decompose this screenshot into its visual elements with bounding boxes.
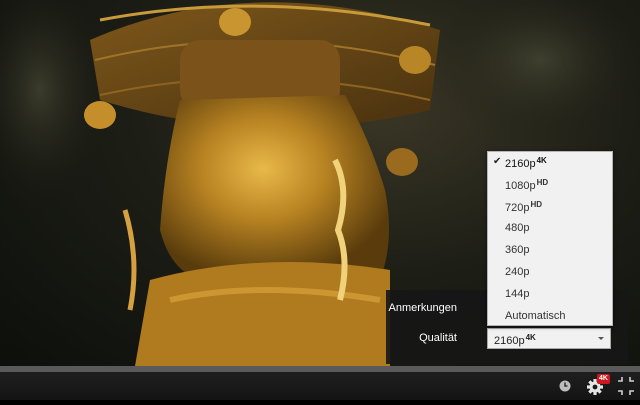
quality-option-label: 144p — [505, 288, 530, 300]
quality-option-720p[interactable]: 720pHD — [488, 196, 612, 218]
quality-option-144p[interactable]: 144p — [488, 284, 612, 306]
quality-row: Qualität 2160p4K — [386, 328, 628, 349]
quality-option-2160p[interactable]: ✔ 2160p4K — [488, 152, 612, 174]
quality-select-value: 2160p — [494, 335, 525, 347]
quality-option-480p[interactable]: 480p — [488, 218, 612, 240]
quality-select-badge: 4K — [525, 333, 536, 342]
quality-label: Qualität — [419, 332, 457, 344]
quality-option-240p[interactable]: 240p — [488, 262, 612, 284]
watch-later-button[interactable] — [556, 372, 574, 400]
quality-option-label: Automatisch — [505, 310, 566, 322]
quality-option-label: 2160p — [505, 158, 536, 170]
chevron-down-icon — [598, 337, 604, 340]
quality-option-1080p[interactable]: 1080pHD — [488, 174, 612, 196]
quality-4k-badge: 4K — [597, 374, 610, 384]
quality-option-label: 480p — [505, 222, 530, 234]
quality-option-label: 1080p — [505, 180, 536, 192]
exit-fullscreen-icon — [618, 377, 634, 395]
quality-menu: ✔ 2160p4K 1080pHD 720pHD 480p 360p 240p … — [487, 151, 613, 326]
quality-option-360p[interactable]: 360p — [488, 240, 612, 262]
quality-select[interactable]: 2160p4K — [487, 328, 611, 349]
quality-option-label: 240p — [505, 266, 530, 278]
quality-option-badge: HD — [536, 178, 549, 187]
quality-option-label: 360p — [505, 244, 530, 256]
quality-option-badge: 4K — [536, 156, 547, 165]
exit-fullscreen-button[interactable] — [615, 372, 637, 400]
check-icon: ✔ — [493, 156, 502, 167]
clock-icon — [559, 380, 571, 392]
quality-option-label: 720p — [505, 202, 530, 214]
quality-option-badge: HD — [530, 200, 543, 209]
quality-option-automatisch[interactable]: Automatisch — [488, 306, 612, 328]
control-bar — [0, 372, 640, 400]
annotations-label: Anmerkungen — [388, 302, 458, 314]
